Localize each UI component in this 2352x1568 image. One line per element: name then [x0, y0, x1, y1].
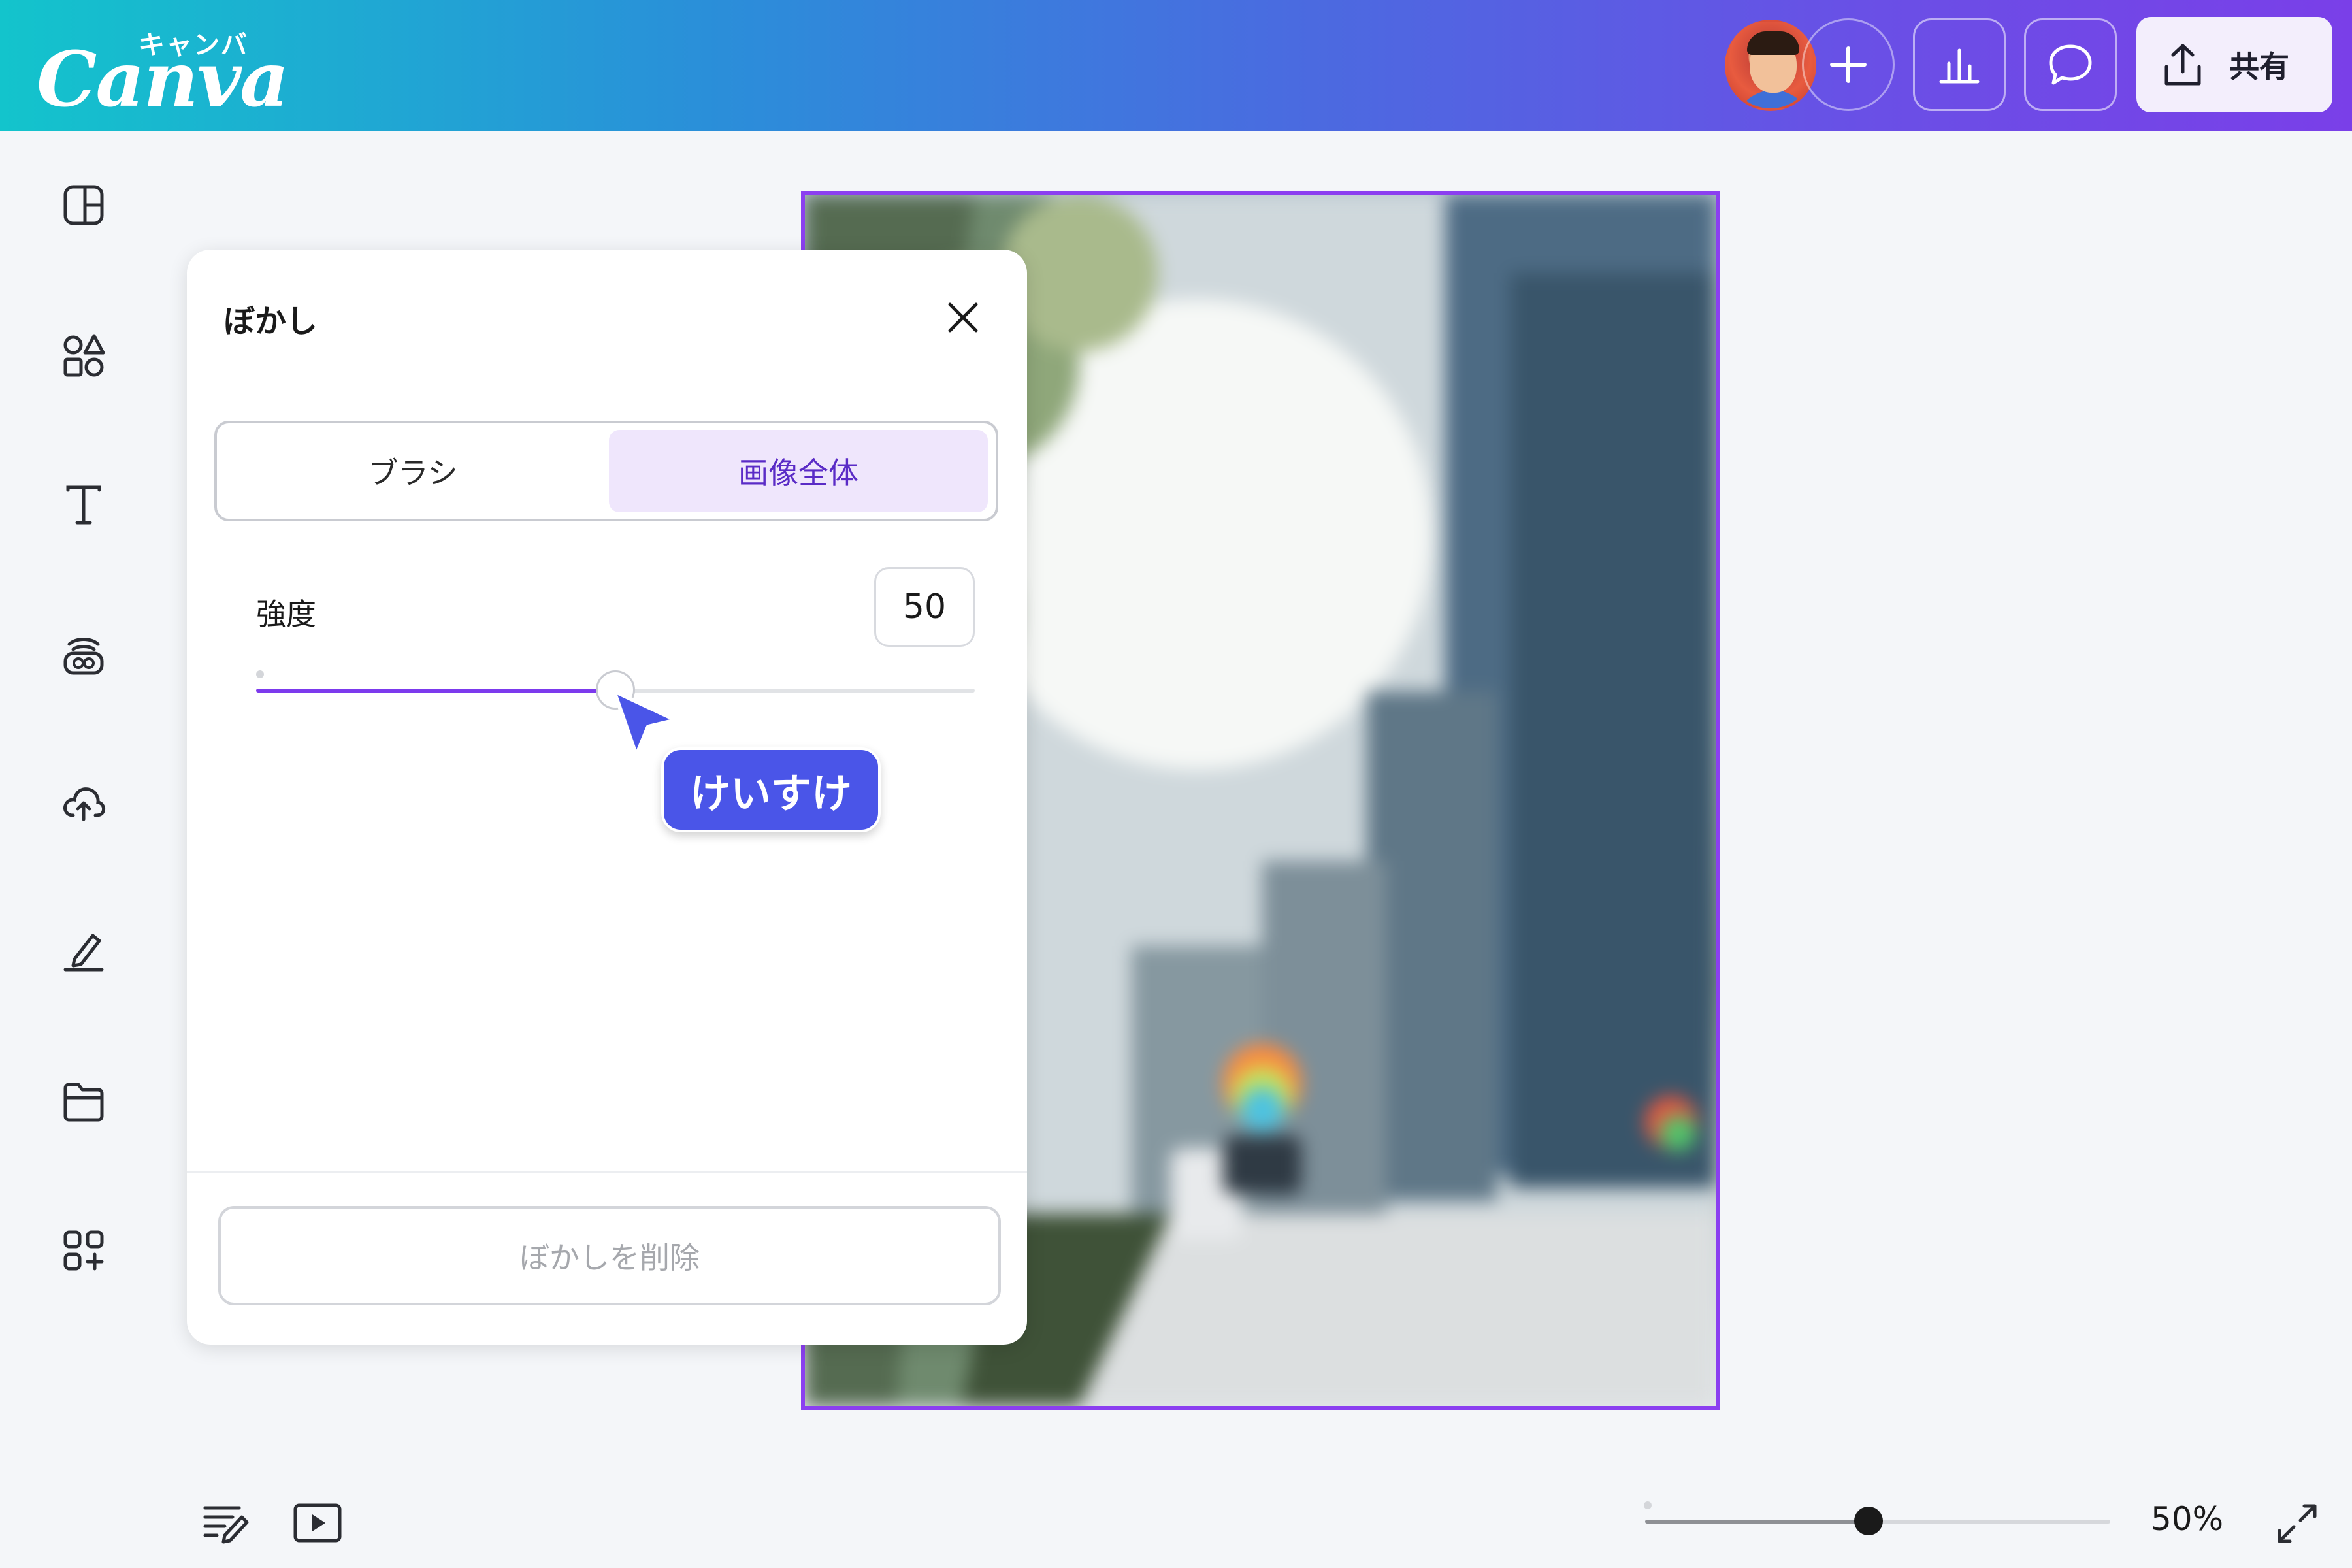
insights-button[interactable] [1913, 18, 2006, 111]
close-button[interactable] [937, 291, 989, 344]
rail-projects[interactable] [57, 1075, 110, 1128]
bar-chart-icon [1939, 48, 1980, 84]
slider-origin-dot [256, 670, 264, 678]
plus-icon [1830, 46, 1867, 83]
draw-icon [63, 934, 104, 972]
collaborator-name-tag: けいすけ [661, 747, 881, 832]
notes-button[interactable] [200, 1497, 252, 1550]
expand-icon [2278, 1504, 2317, 1543]
rail-uploads[interactable] [57, 776, 110, 828]
text-icon [66, 485, 101, 525]
zoom-origin-dot [1644, 1501, 1652, 1509]
upload-icon [2164, 44, 2201, 86]
zoom-slider-thumb[interactable] [1854, 1507, 1883, 1535]
rail-templates[interactable] [57, 179, 110, 231]
notes-icon [203, 1506, 249, 1544]
invite-button[interactable] [1802, 18, 1895, 111]
collaborator-cursor-icon [612, 689, 678, 757]
fullscreen-button[interactable] [2271, 1497, 2323, 1550]
canva-logo[interactable]: キャンバ Canva [37, 20, 289, 124]
share-button[interactable]: 共有 [2136, 17, 2332, 112]
uploads-icon [63, 787, 106, 821]
rail-text[interactable] [57, 478, 110, 531]
logo-wordmark: Canva [37, 35, 289, 124]
tab-brush[interactable]: ブラシ [223, 430, 602, 512]
present-button[interactable] [291, 1497, 344, 1550]
panel-divider [187, 1171, 1027, 1173]
apps-icon [63, 1230, 104, 1271]
share-label: 共有 [2229, 49, 2289, 84]
play-icon [293, 1503, 342, 1543]
zoom-level[interactable]: 50% [2151, 1500, 2223, 1538]
brand-icon [63, 638, 104, 675]
comment-icon [2049, 44, 2092, 85]
projects-icon [63, 1083, 104, 1122]
rail-elements[interactable] [57, 329, 110, 382]
panel-title: ぼかし [223, 303, 318, 340]
blur-panel: ぼかし ブラシ 画像全体 強度 50 ぼかしを削除 [187, 250, 1027, 1345]
elements-icon [63, 334, 105, 377]
close-icon [948, 302, 978, 333]
tab-whole-image[interactable]: 画像全体 [609, 430, 988, 512]
top-bar: キャンバ Canva 共有 [0, 0, 2352, 131]
strength-value-input[interactable]: 50 [874, 567, 975, 647]
rail-brand[interactable] [57, 629, 110, 681]
template-icon [63, 185, 104, 225]
rail-apps[interactable] [57, 1224, 110, 1277]
zoom-slider-fill [1645, 1520, 1869, 1524]
rail-draw[interactable] [57, 925, 110, 977]
blur-mode-toggle: ブラシ 画像全体 [214, 421, 998, 521]
remove-blur-button[interactable]: ぼかしを削除 [218, 1206, 1001, 1305]
strength-label: 強度 [256, 596, 316, 632]
comments-button[interactable] [2024, 18, 2117, 111]
strength-slider-fill [256, 689, 615, 693]
